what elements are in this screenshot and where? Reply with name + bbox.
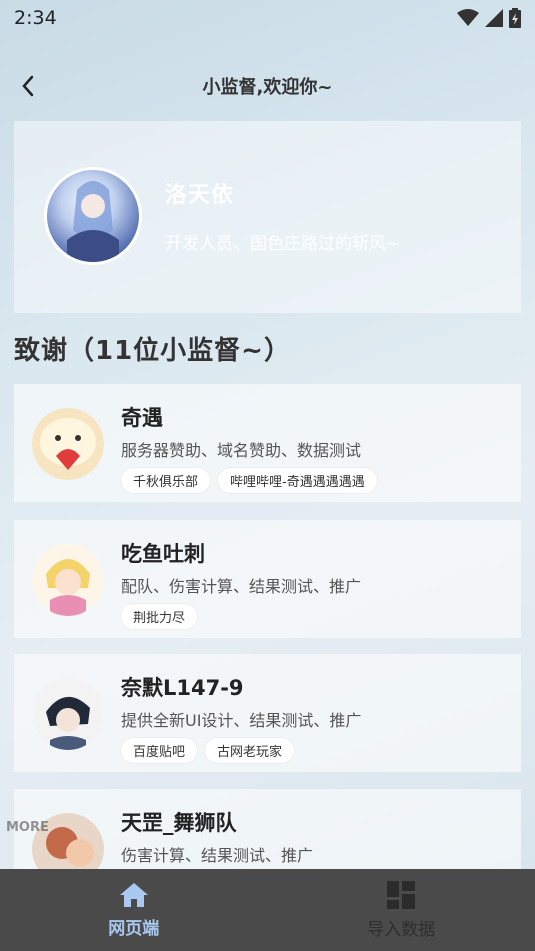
status-time: 2:34 bbox=[14, 7, 57, 29]
tag: 哔哩哔哩-奇遇遇遇遇遇 bbox=[218, 468, 377, 493]
thanks-title: 致谢（11位小监督~） bbox=[14, 336, 291, 366]
status-bar: 2:34 bbox=[0, 0, 535, 36]
supervisor-name: 吃鱼吐刺 bbox=[121, 542, 205, 566]
tag-list: 千秋俱乐部 哔哩哔哩-奇遇遇遇遇遇 bbox=[121, 468, 377, 493]
nav-web[interactable]: 网页端 bbox=[0, 869, 268, 951]
supervisor-role: 提供全新UI设计、结果测试、推广 bbox=[121, 711, 362, 730]
top-bar: 小监督,欢迎你~ bbox=[0, 58, 535, 114]
avatar bbox=[32, 544, 104, 616]
tag: 荆批力尽 bbox=[121, 604, 198, 629]
supervisor-role: 伤害计算、结果测试、推广 bbox=[121, 846, 314, 865]
supervisor-role: 服务器赞助、域名赞助、数据测试 bbox=[121, 441, 362, 460]
list-item[interactable]: 奈默L147-9 提供全新UI设计、结果测试、推广 百度贴吧 古网老玩家 bbox=[14, 654, 521, 772]
avatar bbox=[32, 678, 104, 750]
developer-description: 开发人员、国色庄路过的斩风~ bbox=[165, 234, 401, 254]
avatar bbox=[32, 408, 104, 480]
tag-list: 荆批力尽 bbox=[121, 604, 198, 629]
tag: 百度贴吧 bbox=[121, 738, 198, 763]
nav-import[interactable]: 导入数据 bbox=[268, 869, 535, 951]
supervisor-role: 配队、伤害计算、结果测试、推广 bbox=[121, 577, 362, 596]
wifi-icon bbox=[457, 9, 479, 26]
supervisor-name: 奈默L147-9 bbox=[121, 676, 244, 700]
developer-card: 洛天依 开发人员、国色庄路过的斩风~ bbox=[14, 121, 521, 313]
home-icon bbox=[119, 882, 148, 907]
battery-icon bbox=[509, 8, 521, 28]
nav-web-label: 网页端 bbox=[108, 918, 160, 939]
status-icons bbox=[457, 8, 521, 28]
developer-avatar bbox=[44, 167, 142, 265]
tag: 古网老玩家 bbox=[205, 738, 295, 763]
list-item[interactable]: 吃鱼吐刺 配队、伤害计算、结果测试、推广 荆批力尽 bbox=[14, 520, 521, 638]
nav-import-label: 导入数据 bbox=[367, 919, 436, 940]
list-item[interactable]: 奇遇 服务器赞助、域名赞助、数据测试 千秋俱乐部 哔哩哔哩-奇遇遇遇遇遇 bbox=[14, 384, 521, 502]
supervisor-name: 奇遇 bbox=[121, 406, 163, 430]
page-title: 小监督,欢迎你~ bbox=[202, 77, 333, 98]
watermark-text: MORE bbox=[6, 820, 49, 835]
developer-name: 洛天依 bbox=[165, 183, 235, 208]
bottom-nav: 网页端 导入数据 bbox=[0, 869, 535, 951]
tag-list: 百度贴吧 古网老玩家 bbox=[121, 738, 295, 763]
tag: 千秋俱乐部 bbox=[121, 468, 211, 493]
signal-icon bbox=[485, 9, 503, 27]
back-button[interactable] bbox=[12, 70, 44, 102]
back-arrow-icon bbox=[22, 75, 34, 97]
dashboard-icon bbox=[387, 880, 416, 909]
supervisor-name: 天罡_舞狮队 bbox=[121, 811, 237, 835]
